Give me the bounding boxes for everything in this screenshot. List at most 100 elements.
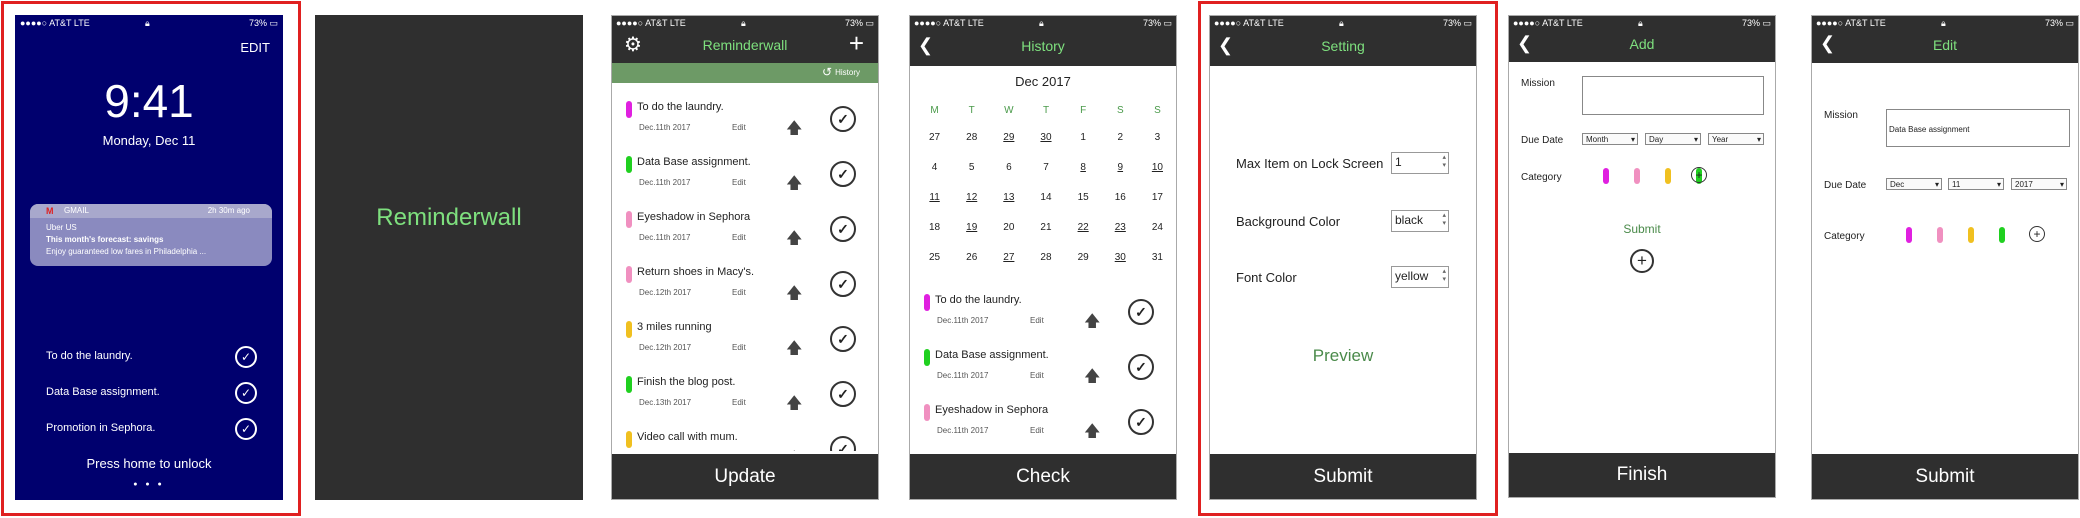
edit-button[interactable]: EDIT bbox=[240, 40, 270, 55]
edit-link[interactable]: Edit bbox=[732, 343, 746, 352]
list-item[interactable]: Video call with mum.Dec.14th 2017Edit🡅✓ bbox=[612, 421, 878, 451]
month-select[interactable]: Dec bbox=[1886, 178, 1942, 191]
submit-button[interactable]: Submit bbox=[1812, 454, 2078, 499]
calendar-day[interactable]: 28 bbox=[1027, 242, 1064, 272]
calendar-day[interactable]: 22 bbox=[1065, 212, 1102, 242]
edit-link[interactable]: Edit bbox=[1030, 426, 1044, 435]
category-option[interactable] bbox=[1937, 227, 1943, 243]
edit-link[interactable]: Edit bbox=[1030, 316, 1044, 325]
stepper-arrows-icon[interactable]: ▴ ▾ bbox=[1442, 268, 1446, 284]
list-item[interactable]: Data Base assignment. Dec.11th 2017 Edit 🡅 ✓ bbox=[910, 339, 1176, 394]
calendar-day[interactable]: 7 bbox=[1027, 152, 1064, 182]
submit-button[interactable]: Submit bbox=[1210, 454, 1476, 499]
add-category-icon[interactable]: + bbox=[2029, 226, 2045, 242]
list-item[interactable]: Eyeshadow in Sephora Dec.11th 2017 Edit 🡅 ✓ bbox=[910, 394, 1176, 449]
category-option[interactable] bbox=[1634, 168, 1640, 184]
calendar-day[interactable]: 12 bbox=[953, 182, 990, 212]
check-button[interactable]: Check bbox=[910, 454, 1176, 499]
font-color-select[interactable]: yellow ▴ ▾ bbox=[1391, 266, 1449, 288]
edit-link[interactable]: Edit bbox=[732, 178, 746, 187]
stepper-arrows-icon[interactable]: ▴ ▾ bbox=[1442, 212, 1446, 228]
calendar-day[interactable]: 5 bbox=[953, 152, 990, 182]
edit-link[interactable]: Edit bbox=[732, 123, 746, 132]
calendar-day[interactable]: 4 bbox=[916, 152, 953, 182]
calendar-day[interactable]: 8 bbox=[1065, 152, 1102, 182]
calendar-day[interactable]: 14 bbox=[1027, 182, 1064, 212]
list-item[interactable]: Return shoes in Macy's. Dec.12th 2017 Edit… bbox=[612, 256, 878, 311]
year-select[interactable]: Year bbox=[1708, 133, 1764, 146]
check-icon[interactable]: ✓ bbox=[1128, 299, 1154, 325]
preview-button[interactable]: Preview bbox=[1210, 346, 1476, 366]
day-select[interactable]: 11 bbox=[1948, 178, 2004, 191]
move-up-icon[interactable]: 🡅 bbox=[786, 392, 802, 419]
list-item[interactable]: Data Base assignment. Dec.11th 2017 Edit 🡅 ✓ bbox=[612, 146, 878, 201]
list-item[interactable]: To do the laundry. Dec.11th 2017 Edit 🡅 ✓ bbox=[612, 91, 878, 146]
list-item[interactable]: Eyeshadow in Sephora Dec.11th 2017 Edit 🡅 ✓ bbox=[612, 201, 878, 256]
mission-input[interactable] bbox=[1582, 76, 1764, 115]
list-item[interactable]: 3 miles running Dec.12th 2017 Edit 🡅 ✓ bbox=[612, 311, 878, 366]
category-option[interactable] bbox=[1968, 227, 1974, 243]
add-icon[interactable]: + bbox=[1630, 249, 1654, 273]
calendar-day[interactable]: 28 bbox=[953, 122, 990, 152]
calendar-day[interactable]: 23 bbox=[1102, 212, 1139, 242]
calendar-day[interactable]: 16 bbox=[1102, 182, 1139, 212]
move-up-icon[interactable]: 🡅 bbox=[786, 337, 802, 364]
stepper-arrows-icon[interactable]: ▴ ▾ bbox=[1442, 154, 1446, 170]
category-option[interactable] bbox=[1603, 168, 1609, 184]
calendar-day[interactable]: 11 bbox=[916, 182, 953, 212]
check-icon[interactable]: ✓ bbox=[235, 382, 257, 404]
calendar-day[interactable]: 19 bbox=[953, 212, 990, 242]
category-option[interactable] bbox=[1999, 227, 2005, 243]
list-item[interactable]: To do the laundry. Dec.11th 2017 Edit 🡅 ✓ bbox=[910, 284, 1176, 339]
move-up-icon[interactable]: 🡅 bbox=[1084, 420, 1100, 447]
check-icon[interactable]: ✓ bbox=[830, 216, 856, 242]
edit-link[interactable]: Edit bbox=[1030, 371, 1044, 380]
calendar-day[interactable]: 20 bbox=[990, 212, 1027, 242]
history-bar[interactable]: ↺ History bbox=[612, 63, 878, 83]
calendar-day[interactable]: 17 bbox=[1139, 182, 1176, 212]
check-icon[interactable]: ✓ bbox=[830, 326, 856, 352]
edit-link[interactable]: Edit bbox=[732, 288, 746, 297]
calendar-day[interactable]: 30 bbox=[1102, 242, 1139, 272]
add-icon[interactable]: + bbox=[849, 28, 864, 59]
calendar-day[interactable]: 29 bbox=[1065, 242, 1102, 272]
calendar-day[interactable]: 18 bbox=[916, 212, 953, 242]
background-color-select[interactable]: black ▴ ▾ bbox=[1391, 210, 1449, 232]
check-icon[interactable]: ✓ bbox=[830, 436, 856, 451]
edit-link[interactable]: Edit bbox=[732, 398, 746, 407]
calendar-day[interactable]: 31 bbox=[1139, 242, 1176, 272]
max-items-stepper[interactable]: 1 ▴ ▾ bbox=[1391, 152, 1449, 174]
calendar-day[interactable]: 15 bbox=[1065, 182, 1102, 212]
check-icon[interactable]: ✓ bbox=[830, 161, 856, 187]
calendar-day[interactable]: 27 bbox=[916, 122, 953, 152]
category-option[interactable] bbox=[1906, 227, 1912, 243]
move-up-icon[interactable]: 🡅 bbox=[1084, 365, 1100, 392]
check-icon[interactable]: ✓ bbox=[235, 418, 257, 440]
check-icon[interactable]: ✓ bbox=[830, 106, 856, 132]
update-button[interactable]: Update bbox=[612, 454, 878, 499]
calendar-day[interactable]: 9 bbox=[1102, 152, 1139, 182]
move-up-icon[interactable]: 🡅 bbox=[786, 447, 802, 451]
check-icon[interactable]: ✓ bbox=[235, 346, 257, 368]
finish-button[interactable]: Finish bbox=[1509, 453, 1775, 497]
month-select[interactable]: Month bbox=[1582, 133, 1638, 146]
year-select[interactable]: 2017 bbox=[2011, 178, 2067, 191]
calendar-day[interactable]: 10 bbox=[1139, 152, 1176, 182]
category-option[interactable] bbox=[1665, 168, 1671, 184]
calendar-day[interactable]: 29 bbox=[990, 122, 1027, 152]
calendar-day[interactable]: 24 bbox=[1139, 212, 1176, 242]
move-up-icon[interactable]: 🡅 bbox=[786, 172, 802, 199]
day-select[interactable]: Day bbox=[1645, 133, 1701, 146]
edit-link[interactable]: Edit bbox=[732, 233, 746, 242]
check-icon[interactable]: ✓ bbox=[830, 381, 856, 407]
notification-card[interactable]: M GMAIL 2h 30m ago Uber US This month's … bbox=[30, 204, 272, 266]
calendar-day[interactable]: 6 bbox=[990, 152, 1027, 182]
move-up-icon[interactable]: 🡅 bbox=[786, 117, 802, 144]
calendar-day[interactable]: 3 bbox=[1139, 122, 1176, 152]
calendar-day[interactable]: 30 bbox=[1027, 122, 1064, 152]
mission-input[interactable]: Data Base assignment bbox=[1886, 109, 2070, 147]
calendar-day[interactable]: 1 bbox=[1065, 122, 1102, 152]
calendar-day[interactable]: 21 bbox=[1027, 212, 1064, 242]
move-up-icon[interactable]: 🡅 bbox=[786, 227, 802, 254]
add-category-icon[interactable]: + bbox=[1691, 167, 1707, 183]
